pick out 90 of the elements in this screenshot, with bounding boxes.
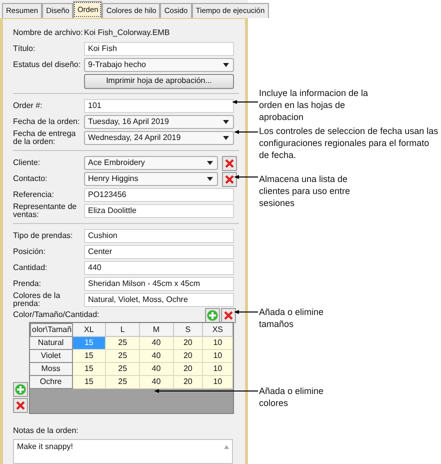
row-header: Violet [30,350,73,363]
delete-button[interactable] [222,156,237,170]
caret-icon [223,136,229,140]
delete-button[interactable] [221,308,236,322]
text-field[interactable]: PO123456 [84,188,234,202]
leader-line [234,129,258,135]
dropdown[interactable]: Henry Higgins [84,172,218,186]
column-header: M [140,323,174,337]
grid-cell[interactable]: 15 [72,350,106,363]
close-icon [16,401,25,410]
leader-line [234,309,258,315]
field-label: Prenda: [13,279,42,288]
caret-icon [207,161,213,165]
annotation-text: Añada o elimine tamaños [259,306,325,330]
grid-cell[interactable]: 15 [72,376,106,389]
grid-cell[interactable]: 40 [140,363,174,376]
text-field[interactable]: Koi Fish [84,42,234,56]
field-label: Cantidad: [13,263,48,272]
row-header: Moss [30,363,73,376]
file-name: Koi Fish_Colorway.EMB [84,27,170,39]
notes-label: Notas de la orden: [13,425,80,437]
leader-line [234,174,258,180]
leader-line [232,99,258,105]
field-label: Fecha de la orden: [13,117,80,126]
row-header: Natural [30,337,73,350]
field-label: Posición: [13,247,46,256]
dropdown[interactable]: Ace Embroidery [84,156,218,170]
text-field[interactable]: Center [84,245,234,259]
plus-icon [207,310,218,320]
grid-cell[interactable]: 25 [106,337,140,350]
dropdown[interactable]: 9-Trabajo hecho [84,58,234,72]
delete-button[interactable] [222,172,237,186]
text-field[interactable]: Sheridan Milson - 45cm x 45cm [84,277,234,291]
plus-icon [15,384,26,395]
caret-icon [223,63,229,67]
field-label: Representante de ventas: [13,202,77,219]
grid-cell[interactable]: 20 [174,350,204,363]
close-icon [224,310,233,320]
column-header: L [106,323,140,337]
grid-cell[interactable]: 10 [203,337,233,350]
grid-cell[interactable]: 25 [106,376,140,389]
grid-cell[interactable]: 20 [174,376,204,389]
add-button[interactable] [205,308,220,322]
field-label: Estatus del diseño: [13,60,81,69]
grid-cell[interactable]: 25 [106,363,140,376]
annotation-text: Almacena una lista de clientes para uso entre sesiones [259,173,352,209]
text-field[interactable]: Natural, Violet, Moss, Ochre [84,293,234,307]
column-header: S [174,323,204,337]
grid-label: Color/Tamaño/Cantidad: [13,309,100,321]
grid-cell[interactable]: 10 [203,350,233,363]
grid-cell[interactable]: 40 [140,350,174,363]
text-field[interactable]: 101 [84,99,234,113]
column-header: olor\Tamañ [30,323,73,337]
add-button[interactable] [13,382,28,397]
field-label: Cliente: [13,158,40,167]
annotation-text: Incluye la informacion de la orden en las hojas de aprobacion [259,87,370,123]
column-header: XS [203,323,233,337]
grid-cell[interactable]: 10 [203,376,233,389]
field-label: Tipo de prendas: [13,231,73,240]
caret-icon [223,120,229,124]
field-label: Contacto: [13,174,48,183]
dropdown[interactable]: Tuesday, 16 April 2019 [84,115,234,129]
field-label: Referencia: [13,190,54,199]
field-label: Fecha de entrega de la orden: [13,129,76,146]
field-label: Nombre de archivo: [13,28,83,37]
grid-cell[interactable]: 25 [106,350,140,363]
annotation-text: Los controles de seleccion de fecha usan las configuraciones regionales para el formato de fecha. [259,125,439,161]
field-label: Título: [13,44,36,53]
notes-field[interactable]: Make it snappy! [13,439,233,464]
delete-button[interactable] [13,398,28,413]
grid-cell[interactable]: 40 [140,337,174,350]
row-header: Ochre [30,376,73,389]
field-label: Order #: [13,101,42,110]
grid-cell[interactable]: 40 [140,376,174,389]
field-label: Colores de la prenda: [13,291,60,308]
grid-cell[interactable]: 15 [72,363,106,376]
text-field[interactable]: 440 [84,261,234,275]
annotation-text: Añada o elimine colores [259,385,325,409]
close-icon [225,158,234,168]
column-header: XL [72,323,106,337]
close-icon [225,174,234,184]
text-field[interactable]: Cushion [84,229,234,243]
print-button[interactable]: Imprimir hoja de aprobación... [84,74,234,88]
dropdown[interactable]: Wednesday, 24 April 2019 [84,131,234,145]
grid-cell[interactable]: 20 [174,363,204,376]
grid-cell[interactable]: 20 [174,337,204,350]
text-field[interactable]: Eliza Doolittle [84,204,234,218]
scroll-up-icon [224,445,229,449]
caret-icon [207,177,213,181]
grid-cell[interactable]: 10 [203,363,233,376]
